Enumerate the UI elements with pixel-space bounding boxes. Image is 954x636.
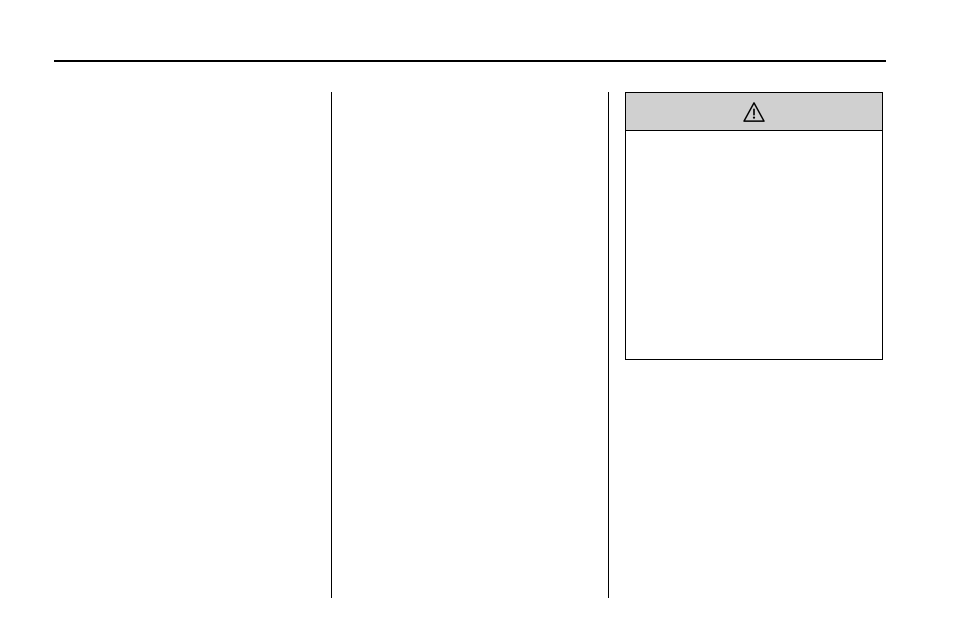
top-horizontal-rule: [54, 60, 886, 62]
warning-box-body: [626, 131, 882, 359]
warning-box-header: [626, 93, 882, 131]
column-right: [609, 92, 886, 598]
three-column-layout: [54, 92, 886, 598]
column-left: [54, 92, 331, 598]
column-middle: [332, 92, 609, 598]
warning-box: [625, 92, 883, 360]
warning-triangle-icon: [743, 102, 765, 122]
page-container: [54, 60, 886, 62]
